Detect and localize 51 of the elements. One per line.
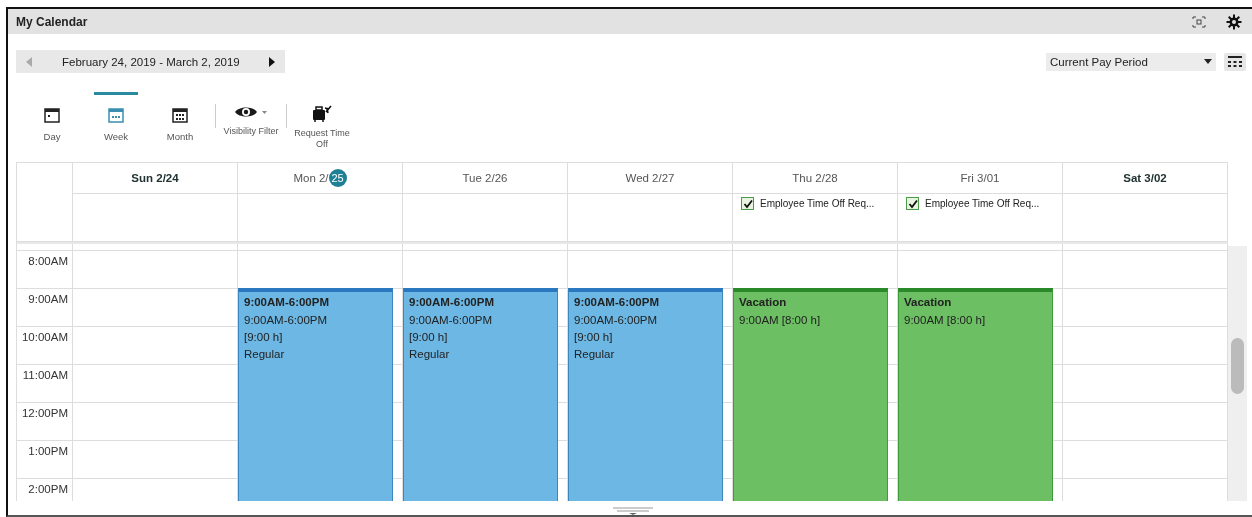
suitcase-plane-icon — [312, 104, 332, 122]
checkbox[interactable] — [741, 197, 754, 210]
day-header[interactable]: Wed 2/27 — [568, 163, 733, 194]
caret-icon — [1204, 59, 1212, 64]
calendar-event[interactable]: 9:00AM-6:00PM 9:00AM-6:00PM [9:00 h] Regular — [403, 288, 558, 501]
grid-icon[interactable] — [1224, 52, 1246, 71]
day-label: Tue 2/26 — [462, 172, 508, 184]
day-header[interactable]: Thu 2/28 — [733, 163, 898, 194]
day-label: Fri 3/01 — [960, 172, 1000, 184]
resize-handle-icon[interactable] — [613, 507, 653, 515]
day-label: Wed 2/27 — [625, 172, 675, 184]
calendar-icon — [172, 107, 188, 123]
time-label: 1:00PM — [28, 445, 68, 459]
day-header[interactable]: Tue 2/26 — [403, 163, 568, 194]
time-label: 8:00AM — [28, 255, 68, 269]
day-label: Mon 2/ — [293, 172, 329, 184]
checkbox[interactable] — [906, 197, 919, 210]
fullscreen-icon[interactable] — [1192, 15, 1206, 28]
calendar-icon — [108, 107, 124, 123]
time-label: 10:00AM — [21, 331, 68, 345]
day-header[interactable]: Sun 2/24 — [73, 163, 238, 194]
calendar-event[interactable]: 9:00AM-6:00PM 9:00AM-6:00PM [9:00 h] Regular — [238, 288, 393, 501]
toolbar-button[interactable]: Visibility Filter — [219, 92, 283, 137]
toolbar-button[interactable]: Request Time Off — [290, 92, 354, 150]
time-label: 11:00AM — [22, 369, 68, 383]
today-badge: 25 — [328, 169, 347, 187]
settings-icon[interactable] — [1226, 13, 1242, 30]
time-label: 9:00AM — [28, 293, 68, 307]
day-label: Thu 2/28 — [792, 172, 838, 184]
day-header[interactable]: Mon 2/ 25 — [238, 163, 403, 194]
view-tab[interactable]: Day — [20, 92, 84, 142]
all-day-event[interactable]: Employee Time Off Req... — [906, 197, 1054, 210]
next-icon[interactable] — [269, 56, 275, 67]
scrollbar[interactable] — [1228, 246, 1247, 501]
calendar-icon — [44, 107, 60, 123]
all-day-event[interactable]: Employee Time Off Req... — [741, 197, 889, 210]
window-title: My Calendar — [16, 14, 89, 29]
calendar-event[interactable]: Vacation 9:00AM [8:00 h] — [898, 288, 1053, 501]
time-label: 2:00PM — [28, 483, 68, 497]
scrollbar-thumb[interactable] — [1231, 338, 1244, 394]
calendar-event[interactable]: Vacation 9:00AM [8:00 h] — [733, 288, 888, 501]
view-tab[interactable]: Week — [94, 92, 138, 142]
day-header[interactable]: Fri 3/01 — [898, 163, 1063, 194]
day-label: Sat 3/02 — [1123, 172, 1167, 184]
time-label: 12:00PM — [21, 407, 68, 421]
day-header[interactable]: Sat 3/02 — [1063, 163, 1228, 194]
period-dropdown[interactable]: Current Pay Period — [1046, 52, 1216, 71]
calendar-event[interactable]: 9:00AM-6:00PM 9:00AM-6:00PM [9:00 h] Regular — [568, 288, 723, 501]
date-range-label: February 24, 2019 - March 2, 2019 — [61, 55, 241, 68]
view-tab[interactable]: Month — [148, 92, 212, 142]
day-label: Sun 2/24 — [131, 172, 179, 184]
